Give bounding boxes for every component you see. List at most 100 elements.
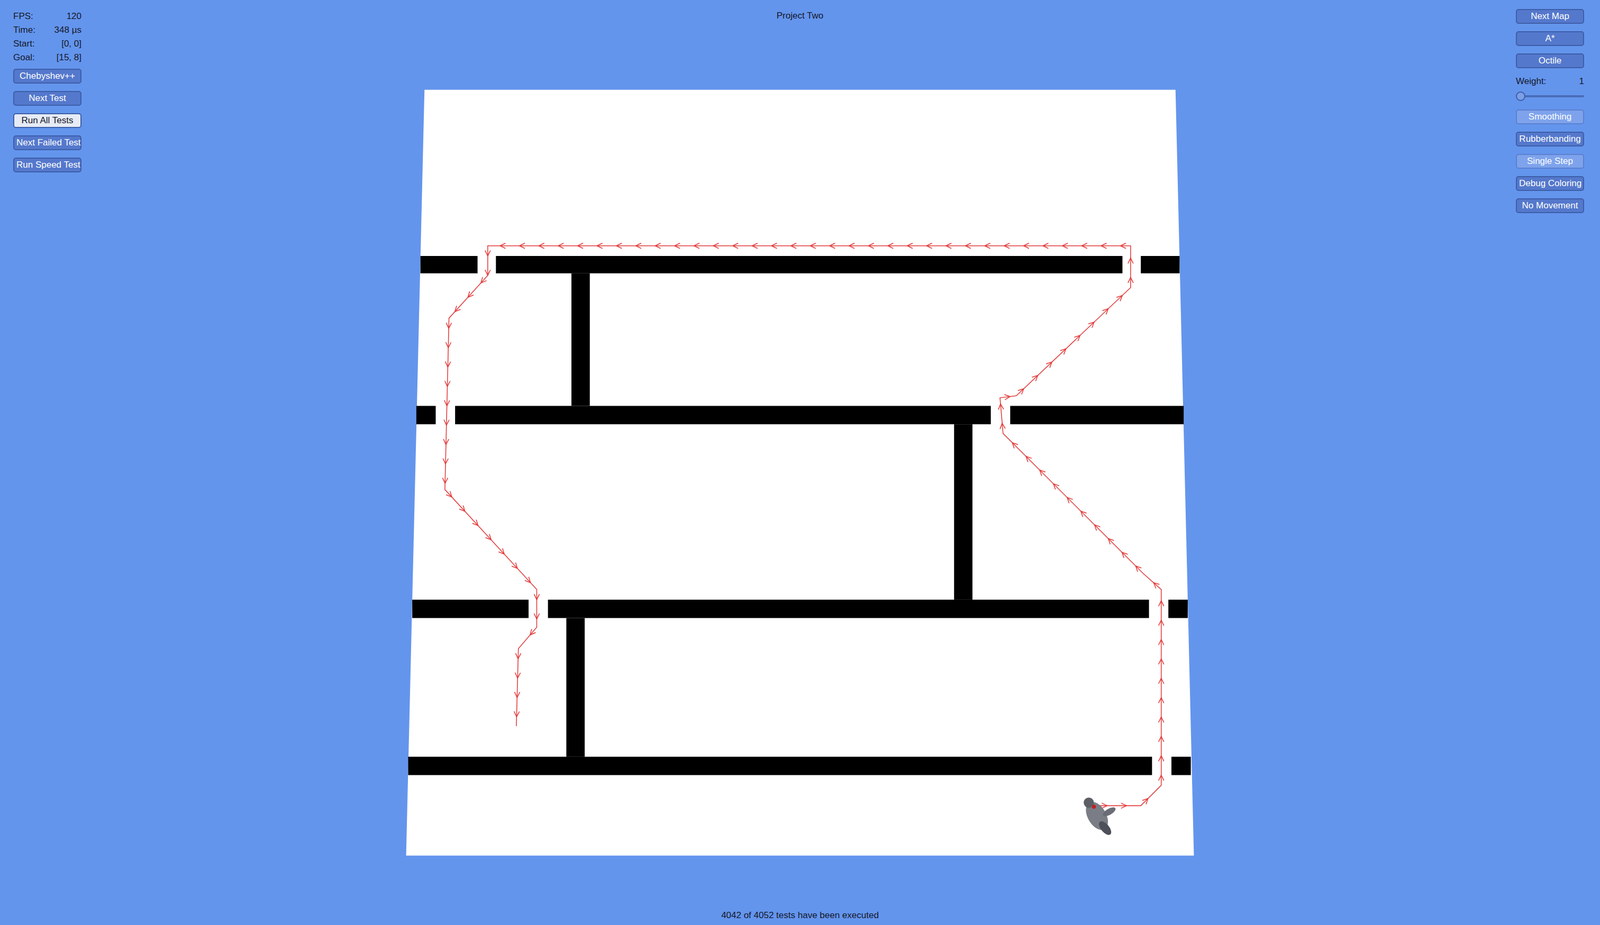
path-arrow-icon: [1158, 678, 1165, 684]
path-arrow-icon: [485, 269, 491, 276]
option-button[interactable]: Octile: [1515, 53, 1585, 69]
wall: [420, 256, 478, 274]
slider-knob[interactable]: [1515, 91, 1526, 102]
path-arrow-icon: [1158, 601, 1165, 607]
path-arrow-icon: [616, 243, 622, 249]
toggle-button[interactable]: Smoothing: [1515, 109, 1585, 125]
wall: [571, 273, 590, 407]
path-arrow-icon: [674, 243, 680, 249]
wall: [416, 405, 436, 425]
stat-value: [0, 0]: [61, 38, 82, 50]
wall: [548, 600, 1150, 619]
path-arrow-icon: [1031, 375, 1038, 382]
path-arrow-icon: [1060, 348, 1067, 355]
wall: [455, 405, 991, 425]
path-arrow-icon: [500, 243, 506, 249]
wall: [1140, 256, 1180, 274]
option-button[interactable]: A*: [1515, 31, 1585, 47]
test-button[interactable]: Next Test: [13, 91, 82, 106]
stat-label: Goal:: [13, 52, 35, 63]
path-arrow-icon: [1094, 524, 1101, 531]
path-arrow-icon: [596, 243, 603, 249]
path-arrow-icon: [751, 243, 758, 249]
path-arrow-icon: [1158, 620, 1165, 626]
path-arrow-icon: [907, 243, 913, 249]
path-arrow-icon: [635, 243, 642, 249]
path-arrow-icon: [558, 243, 564, 249]
wall: [407, 757, 1152, 776]
path-arrow-icon: [485, 250, 491, 257]
path-arrow-icon: [1046, 362, 1052, 369]
left-panel: FPS: 120Time: 348 µsStart: [0, 0]Goal: […: [0, 0, 82, 925]
path-arrow-icon: [514, 692, 521, 698]
path-arrow-icon: [519, 243, 525, 249]
path-arrow-icon: [444, 380, 451, 387]
path-arrow-icon: [577, 243, 584, 249]
path-arrow-icon: [829, 243, 835, 249]
path-arrow-icon: [485, 534, 492, 541]
path-arrow-icon: [693, 243, 699, 249]
board: [406, 89, 1195, 857]
path-arrow-icon: [1158, 639, 1165, 645]
path-arrow-icon: [445, 361, 451, 368]
path-arrow-icon: [1158, 775, 1165, 781]
path-line: [444, 246, 1162, 807]
path-arrow-icon: [1025, 456, 1032, 463]
stat-row: Start: [0, 0]: [13, 37, 82, 51]
window-title: Project Two: [776, 10, 824, 22]
path-arrow-icon: [1042, 243, 1049, 249]
stat-row: Time: 348 µs: [13, 23, 82, 38]
path-arrow-icon: [965, 243, 971, 249]
wall: [1010, 405, 1184, 425]
path-arrow-icon: [1067, 497, 1074, 504]
path-arrow-icon: [1158, 697, 1165, 704]
agent-icon: [1081, 797, 1117, 838]
path-arrow-icon: [1108, 538, 1115, 545]
path-arrow-icon: [1102, 308, 1109, 315]
test-button[interactable]: Run Speed Test: [13, 157, 82, 173]
stat-value: 348 µs: [54, 24, 82, 36]
wall: [412, 600, 529, 619]
path-arrow-icon: [771, 243, 777, 249]
screen: FPS: 120Time: 348 µsStart: [0, 0]Goal: […: [0, 0, 1600, 925]
stat-row: Goal: [15, 8]: [13, 50, 82, 65]
path-arrow-icon: [445, 342, 451, 349]
path-arrow-icon: [1062, 243, 1068, 249]
path-arrow-icon: [1128, 258, 1134, 264]
path-arrow-icon: [1101, 243, 1107, 249]
path-arrow-icon: [442, 477, 448, 484]
path-arrow-icon: [1000, 423, 1006, 430]
wall: [495, 256, 1123, 274]
path-arrow-icon: [984, 243, 990, 249]
path-arrow-icon: [533, 594, 540, 600]
option-button[interactable]: Next Map: [1515, 8, 1585, 24]
path-arrow-icon: [1004, 394, 1011, 400]
path-arrow-icon: [1116, 295, 1123, 302]
toggle-button[interactable]: No Movement: [1515, 198, 1585, 214]
path-arrow-icon: [1053, 484, 1060, 490]
test-button[interactable]: Run All Tests: [13, 113, 82, 129]
stat-label: Start:: [13, 38, 35, 50]
toggle-button[interactable]: Single Step: [1515, 153, 1585, 169]
path-arrow-icon: [498, 548, 505, 555]
path-arrow-icon: [1004, 243, 1010, 249]
path-arrow-icon: [1158, 736, 1165, 742]
path-arrow-icon: [810, 243, 816, 249]
weight-reading: 1: [1579, 76, 1585, 87]
slider-track: [1515, 95, 1585, 98]
path-arrow-icon: [524, 577, 531, 584]
wall: [566, 618, 585, 758]
weight-slider[interactable]: [1515, 90, 1585, 103]
path-arrow-icon: [1135, 566, 1142, 572]
path-arrow-icon: [472, 520, 479, 526]
path-arrow-icon: [732, 243, 739, 249]
toggle-button[interactable]: Debug Coloring: [1515, 176, 1585, 192]
test-button[interactable]: Chebyshev++: [13, 68, 82, 84]
toggle-button[interactable]: Rubberbanding: [1515, 131, 1585, 147]
path-arrow-icon: [442, 458, 449, 465]
path-arrow-icon: [1081, 243, 1087, 249]
path-arrow-icon: [455, 305, 461, 312]
path-arrow-icon: [1128, 277, 1134, 284]
path-arrow-icon: [444, 400, 450, 407]
test-button[interactable]: Next Failed Test: [13, 135, 82, 151]
